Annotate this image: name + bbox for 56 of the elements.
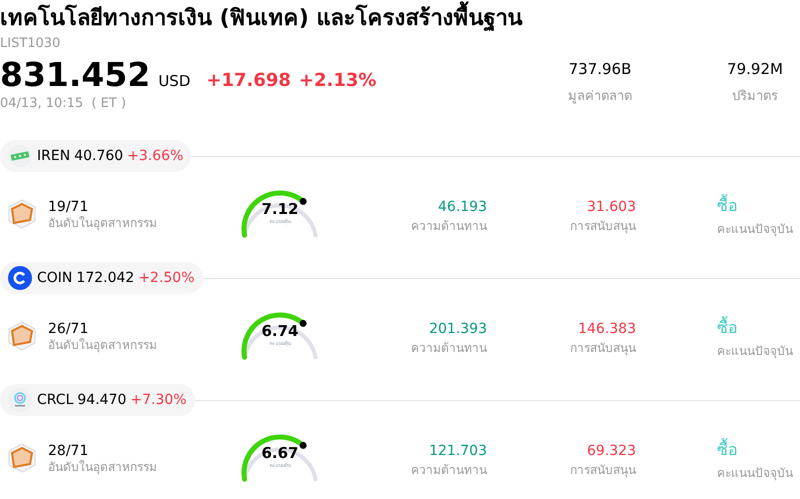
rating-label: คะแนนปัจจุบัน bbox=[717, 465, 793, 482]
rating-value: ซื้อ bbox=[717, 318, 738, 338]
industry-rank-label: อันดับในอุตสาหกรรม bbox=[48, 338, 158, 352]
score-value: 7.12 bbox=[261, 202, 298, 217]
stock-price: 40.760 bbox=[74, 146, 124, 166]
stock-price: 172.042 bbox=[76, 268, 134, 288]
price-change: +17.698 bbox=[206, 69, 291, 93]
industry-rank: 28/71 bbox=[48, 442, 90, 460]
rating-label: คะแนนปัจจุบัน bbox=[717, 221, 793, 238]
coin-logo-icon bbox=[8, 266, 32, 290]
support-value: 31.603 bbox=[587, 198, 636, 217]
page-title: เทคโนโลยีทางการเงิน (ฟินเทค) และโครงสร้างพื้นฐาน bbox=[0, 3, 522, 35]
timestamp: 04/13, 10:15 ( ET ) bbox=[0, 95, 128, 113]
rating-value: ซื้อ bbox=[717, 196, 738, 216]
resistance-label: ความต้านทาน bbox=[411, 340, 487, 357]
stock-ticker: IREN bbox=[37, 146, 70, 166]
industry-rank: 19/71 bbox=[48, 198, 90, 216]
ring-logo-icon bbox=[8, 388, 32, 412]
stock-chip[interactable]: CRCL 94.470 +7.30% bbox=[0, 384, 195, 416]
stock-change: +7.30% bbox=[130, 390, 187, 410]
price-change-percent: +2.13% bbox=[298, 69, 376, 93]
stock-price: 94.470 bbox=[77, 390, 126, 410]
resistance-value: 201.393 bbox=[429, 320, 487, 339]
radar-chart-icon bbox=[8, 443, 36, 473]
stat-value: 79.92M bbox=[727, 59, 783, 79]
support-label: การสนับสนุน bbox=[570, 218, 636, 235]
stock-change: +3.66% bbox=[127, 146, 184, 166]
index-code: LIST1030 bbox=[0, 35, 62, 53]
radar-chart-icon bbox=[8, 199, 36, 229]
stock-chip[interactable]: IREN 40.760 +3.66% bbox=[0, 140, 192, 172]
support-label: การสนับสนุน bbox=[570, 462, 636, 479]
rating-value: ซื้อ bbox=[717, 440, 738, 460]
stock-ticker: COIN bbox=[37, 268, 72, 288]
industry-rank-label: อันดับในอุตสาหกรรม bbox=[48, 216, 158, 230]
resistance-label: ความต้านทาน bbox=[411, 462, 487, 479]
rating-label: คะแนนปัจจุบัน bbox=[717, 343, 793, 360]
stat-label: มูลค่าตลาด bbox=[568, 88, 632, 106]
stock-chip[interactable]: COIN 172.042 +2.50% bbox=[0, 262, 203, 294]
industry-rank-label: อันดับในอุตสาหกรรม bbox=[48, 460, 158, 474]
price: 831.452 bbox=[0, 55, 150, 95]
industry-rank: 26/71 bbox=[48, 320, 90, 338]
score-value: 6.67 bbox=[261, 446, 298, 461]
support-value: 69.323 bbox=[587, 442, 636, 461]
currency: USD bbox=[158, 71, 190, 92]
support-value: 146.383 bbox=[578, 320, 636, 339]
stat-value: 737.96B bbox=[568, 59, 632, 79]
resistance-label: ความต้านทาน bbox=[411, 218, 487, 235]
stock-change: +2.50% bbox=[138, 268, 195, 288]
radar-chart-icon bbox=[8, 321, 36, 351]
resistance-value: 121.703 bbox=[429, 442, 487, 461]
support-label: การสนับสนุน bbox=[570, 340, 636, 357]
banknote-icon bbox=[8, 144, 32, 168]
resistance-value: 46.193 bbox=[438, 198, 487, 217]
score-value: 6.74 bbox=[261, 324, 298, 339]
stat-label: ปริมาตร bbox=[732, 88, 778, 106]
stock-ticker: CRCL bbox=[37, 390, 74, 410]
